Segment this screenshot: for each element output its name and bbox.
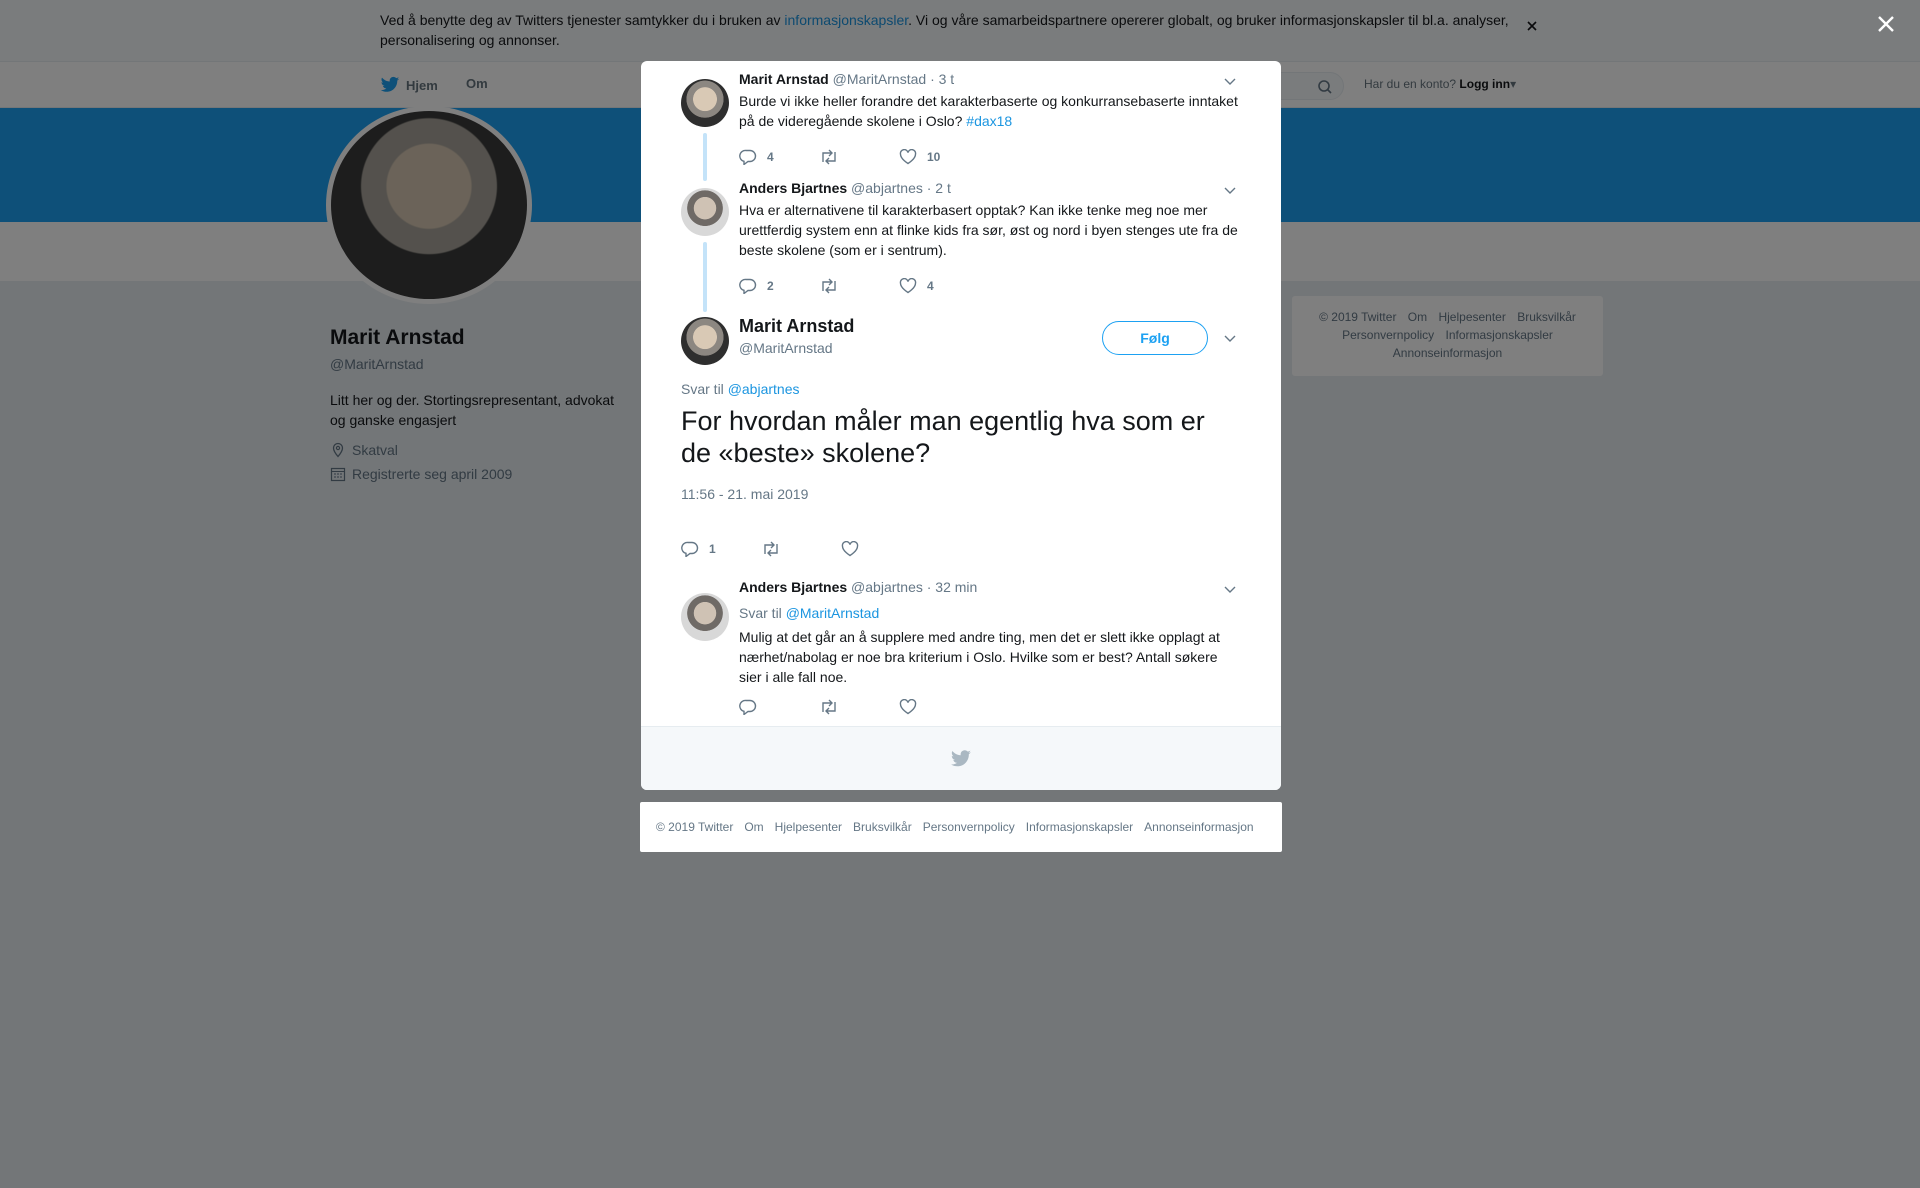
author-name[interactable]: Anders Bjartnes — [739, 180, 847, 196]
tweet-time[interactable]: · 32 min — [927, 579, 978, 595]
footer-link-about[interactable]: Om — [744, 820, 763, 834]
reply-count: 2 — [767, 279, 774, 293]
tweet-header: Anders Bjartnes @abjartnes · 2 t — [739, 180, 951, 196]
tweet-text: Burde vi ikke heller forandre det karakt… — [739, 91, 1239, 131]
tweet-time[interactable]: · 2 t — [927, 180, 951, 196]
thread-tweet-2[interactable]: Anders Bjartnes @abjartnes · 2 t Hva er … — [681, 180, 1241, 312]
footer-link-cookies[interactable]: Informasjonskapsler — [1026, 820, 1133, 834]
tweet-actions: 4 10 — [739, 149, 979, 165]
tweet-time[interactable]: · 3 t — [930, 71, 954, 87]
main-tweet-actions: 1 — [681, 541, 921, 557]
retweet-button[interactable] — [819, 278, 899, 294]
thread-line — [703, 242, 707, 312]
like-button[interactable]: 10 — [899, 149, 979, 165]
reply-prefix: Svar til — [681, 381, 724, 397]
thread-tweet-1[interactable]: Marit Arnstad @MaritArnstad · 3 t Burde … — [681, 71, 1241, 181]
close-icon[interactable] — [1874, 12, 1898, 36]
follow-button[interactable]: Følg — [1102, 321, 1208, 355]
thread-line — [703, 133, 707, 181]
main-reply-context: Svar til @abjartnes — [681, 381, 800, 397]
like-button[interactable]: 4 — [899, 278, 979, 294]
reply-icon — [739, 278, 757, 294]
author-name[interactable]: Marit Arnstad — [739, 71, 829, 87]
like-button[interactable] — [841, 541, 921, 557]
reply-icon — [739, 699, 757, 715]
main-tweet-author-handle[interactable]: @MaritArnstad — [739, 340, 833, 356]
author-name[interactable]: Anders Bjartnes — [739, 579, 847, 595]
retweet-button[interactable] — [819, 699, 899, 715]
reply-button[interactable]: 4 — [739, 149, 819, 165]
avatar[interactable] — [681, 79, 729, 127]
reply-count: 4 — [767, 150, 774, 164]
footer-link-help[interactable]: Hjelpesenter — [775, 820, 842, 834]
avatar[interactable] — [681, 593, 729, 641]
reply-prefix: Svar til — [739, 605, 782, 621]
reply-context: Svar til @MaritArnstad — [739, 603, 1239, 623]
heart-icon — [841, 541, 859, 557]
author-handle[interactable]: @abjartnes — [851, 180, 923, 196]
retweet-button[interactable] — [819, 149, 899, 165]
retweet-icon — [822, 278, 836, 294]
author-handle[interactable]: @MaritArnstad — [833, 71, 927, 87]
reply-icon — [739, 149, 757, 165]
hashtag-link[interactable]: #dax18 — [966, 113, 1012, 129]
reply-to-link[interactable]: @MaritArnstad — [786, 605, 880, 621]
main-tweet-avatar[interactable] — [681, 317, 729, 365]
avatar[interactable] — [681, 188, 729, 236]
author-handle[interactable]: @abjartnes — [851, 579, 923, 595]
like-count: 10 — [927, 150, 941, 164]
reply-button[interactable]: 2 — [739, 278, 819, 294]
tweet-header: Marit Arnstad @MaritArnstad · 3 t — [739, 71, 954, 87]
tweet-actions — [739, 699, 979, 715]
heart-icon — [899, 149, 917, 165]
retweet-icon — [822, 149, 836, 165]
main-tweet-timestamp[interactable]: 11:56 - 21. mai 2019 — [681, 486, 808, 502]
retweet-icon — [764, 541, 778, 557]
reply-button[interactable]: 1 — [681, 541, 761, 557]
retweet-icon — [822, 699, 836, 715]
heart-icon — [899, 278, 917, 294]
retweet-button[interactable] — [761, 541, 841, 557]
footer-link-terms[interactable]: Bruksvilkår — [853, 820, 912, 834]
modal-footer — [641, 726, 1281, 790]
footer-copyright: © 2019 Twitter — [656, 820, 734, 834]
reply-to-link[interactable]: @abjartnes — [728, 381, 800, 397]
tweet-header: Anders Bjartnes @abjartnes · 32 min — [739, 579, 977, 595]
main-tweet-author-name[interactable]: Marit Arnstad — [739, 316, 854, 337]
footer-link-ads[interactable]: Annonseinformasjon — [1144, 820, 1253, 834]
reply-button[interactable] — [739, 699, 819, 715]
footer-link-privacy[interactable]: Personvernpolicy — [923, 820, 1015, 834]
reply-icon — [681, 541, 699, 557]
main-tweet-text: For hvordan måler man egentlig hva som e… — [681, 406, 1205, 468]
chevron-down-icon[interactable] — [1223, 183, 1237, 197]
chevron-down-icon[interactable] — [1223, 74, 1237, 88]
like-count: 4 — [927, 279, 934, 293]
tweet-text: Mulig at det går an å supplere med andre… — [739, 629, 1220, 685]
tweet-actions: 2 4 — [739, 278, 979, 294]
like-button[interactable] — [899, 699, 979, 715]
modal-bottom-footer: © 2019 Twitter Om Hjelpesenter Bruksvilk… — [640, 802, 1282, 852]
heart-icon — [899, 699, 917, 715]
tweet-text: Hva er alternativene til karakterbasert … — [739, 202, 1238, 258]
twitter-bird-icon — [951, 749, 971, 766]
chevron-down-icon[interactable] — [1223, 582, 1237, 596]
chevron-down-icon[interactable] — [1223, 331, 1237, 345]
reply-count: 1 — [709, 542, 716, 556]
